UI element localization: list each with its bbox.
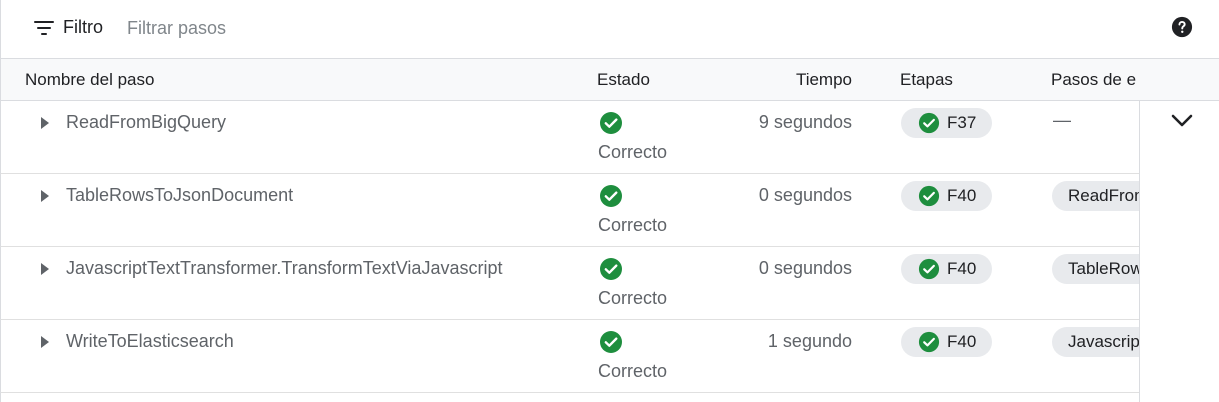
step-name[interactable]: TableRowsToJsonDocument [66,185,293,206]
input-steps-empty: — [1053,110,1071,130]
status-text: Correcto [598,215,668,235]
stage-label: F40 [947,259,977,278]
expand-arrow-icon[interactable] [39,261,51,277]
help-icon[interactable] [1171,16,1193,38]
stage-label: F40 [947,332,977,351]
stage-label: F37 [947,113,977,132]
column-header-input-steps[interactable]: Pasos de e [1051,70,1136,90]
stage-label: F40 [947,186,977,205]
check-circle-icon [600,112,622,134]
expand-arrow-icon[interactable] [39,188,51,204]
table-row[interactable]: JavascriptTextTransformer.TransformTextV… [0,247,1172,320]
chevron-down-icon[interactable] [1170,113,1194,129]
column-header-stages[interactable]: Etapas [900,70,953,90]
table-row[interactable]: ReadFromBigQuery Correcto 9 segundos F37… [0,101,1140,174]
check-circle-icon [600,258,622,280]
step-time: 0 segundos [758,258,852,278]
check-circle-icon [918,185,940,207]
column-header-step-name[interactable]: Nombre del paso [25,70,154,90]
filter-label[interactable]: Filtro [63,17,103,38]
step-name[interactable]: WriteToElasticsearch [66,331,234,352]
status-text: Correcto [598,288,668,308]
column-header-time[interactable]: Tiempo [796,70,852,90]
step-time: 0 segundos [758,185,852,205]
status-text: Correcto [598,361,668,381]
check-circle-icon [600,185,622,207]
stage-chip[interactable]: F40 [901,254,992,284]
step-name[interactable]: ReadFromBigQuery [66,112,226,133]
check-circle-icon [918,331,940,353]
status-text: Correcto [598,142,668,162]
stage-chip[interactable]: F40 [901,181,992,211]
table-row[interactable]: WriteToElasticsearch Correcto 1 segundo … [0,320,1172,393]
expand-arrow-icon[interactable] [39,115,51,131]
check-circle-icon [600,331,622,353]
column-header-status[interactable]: Estado [597,70,650,90]
row-actions-panel [1139,101,1219,402]
check-circle-icon [918,112,940,134]
stage-chip[interactable]: F37 [901,108,992,138]
input-step-label: ReadFrom [1068,186,1149,205]
expand-arrow-icon[interactable] [39,334,51,350]
table-header: Nombre del paso Estado Tiempo Etapas Pas… [0,58,1219,101]
input-step-label: Javascrip [1068,332,1140,351]
filter-bar: Filtro [0,0,1219,58]
filter-icon[interactable] [34,20,54,36]
stage-chip[interactable]: F40 [901,327,992,357]
table-row[interactable]: TableRowsToJsonDocument Correcto 0 segun… [0,174,1172,247]
step-time: 9 segundos [758,112,852,132]
check-circle-icon [918,258,940,280]
input-step-label: TableRow [1068,259,1143,278]
step-time: 1 segundo [767,331,852,351]
step-name[interactable]: JavascriptTextTransformer.TransformTextV… [66,258,502,279]
filter-input[interactable] [127,14,527,42]
table-footer [0,393,1140,402]
